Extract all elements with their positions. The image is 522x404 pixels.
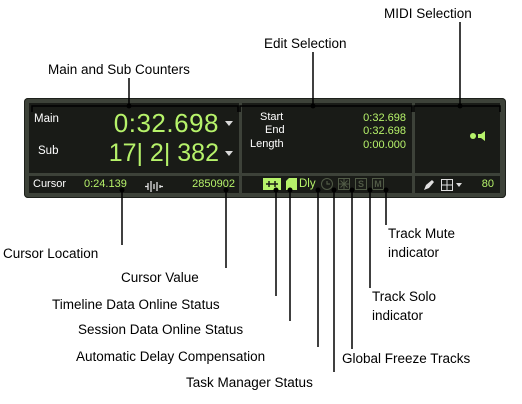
callout-lines — [31, 22, 501, 372]
